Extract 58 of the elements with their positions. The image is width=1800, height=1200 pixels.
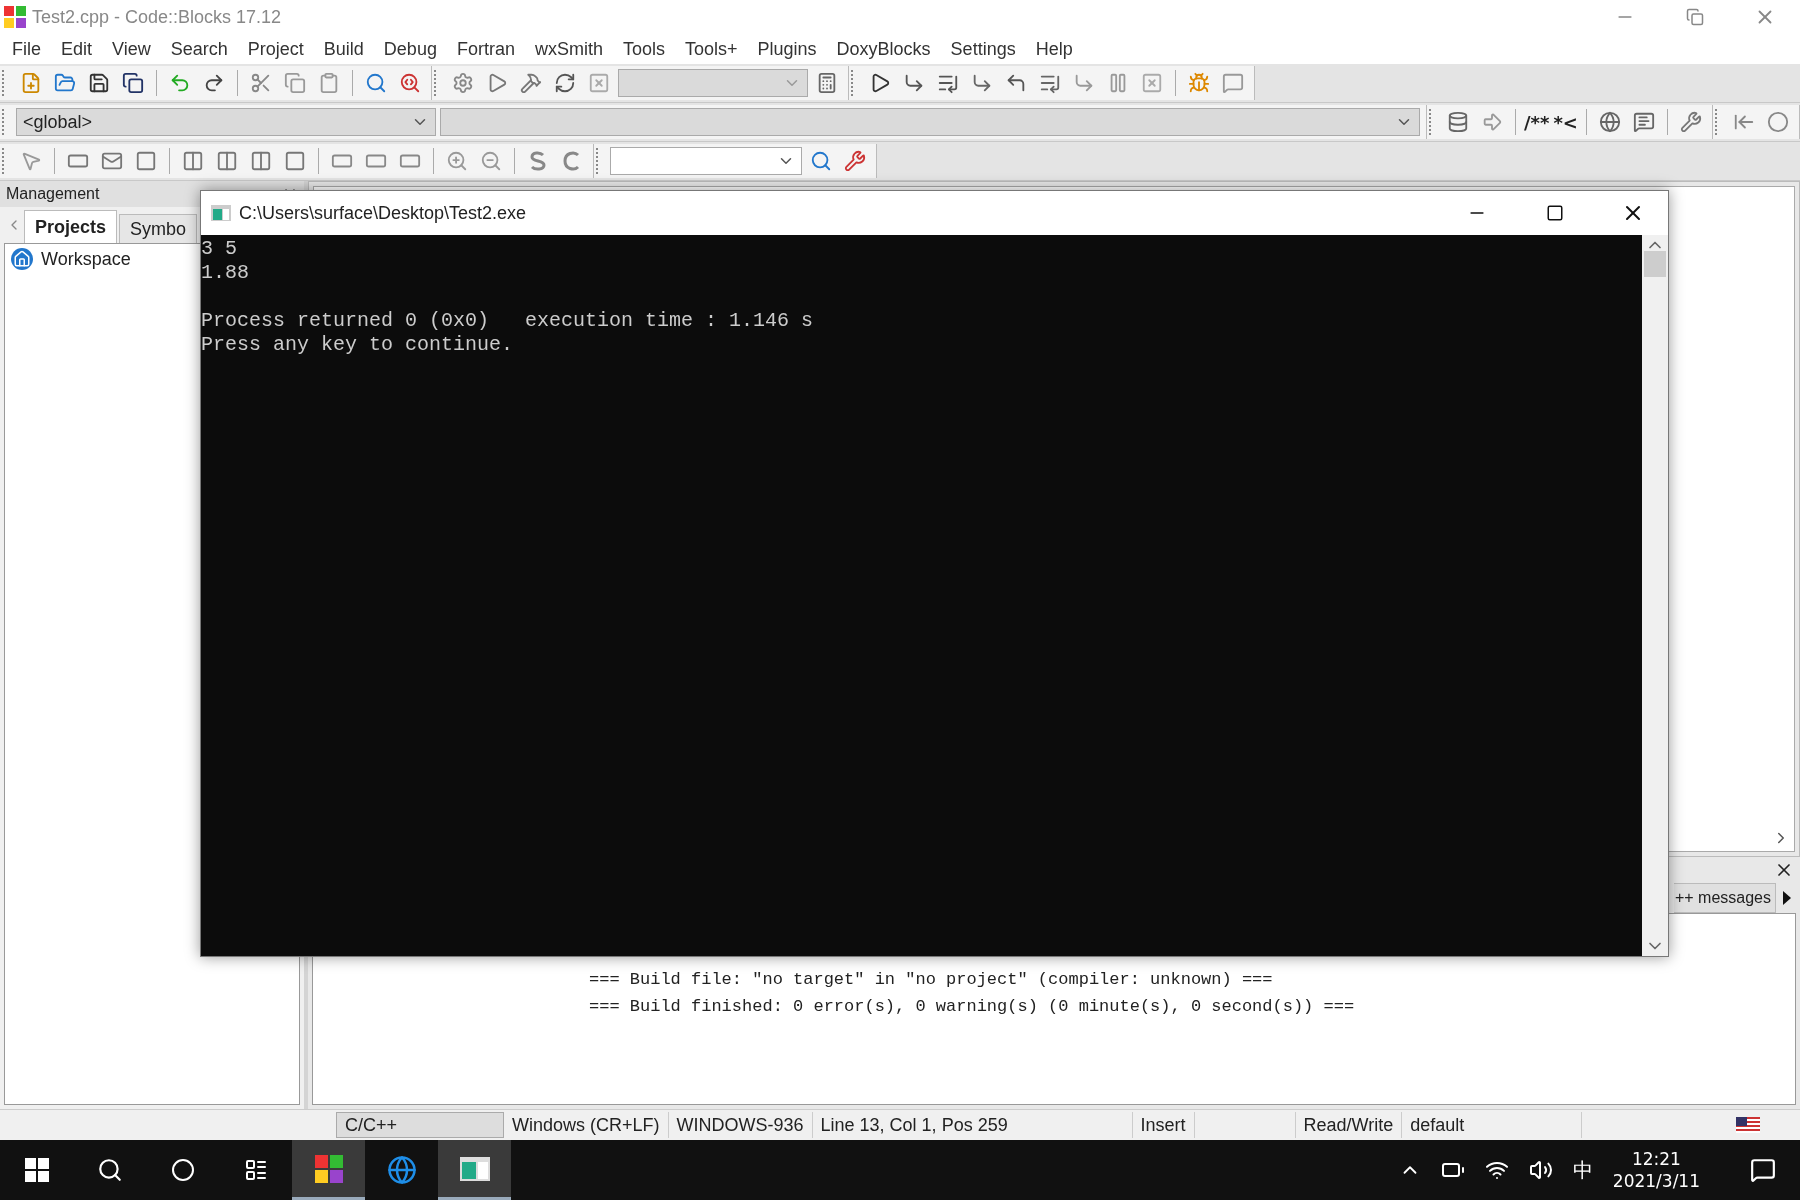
status-field: Windows (CR+LF) [504, 1112, 669, 1138]
panel-title: Management [6, 185, 100, 203]
restore-icon[interactable] [1686, 8, 1704, 26]
panel-tab[interactable]: Projects [24, 210, 118, 243]
console-line: Press any key to continue. [201, 333, 515, 357]
console-line: 3 5 [201, 237, 238, 261]
panel-tab[interactable]: Symbo [119, 214, 198, 243]
log-line: === Build file: "no target" in "no project" (compiler: unknown) === [589, 969, 1274, 991]
menu-item[interactable]: Build [313, 38, 374, 60]
menu-item[interactable]: Project [237, 38, 314, 60]
menu-item[interactable]: DoxyBlocks [826, 38, 941, 60]
notification-icon[interactable] [1750, 1157, 1776, 1183]
line-comment-button[interactable]: *< [1553, 107, 1578, 137]
log-line: === Build finished: 0 error(s), 0 warning(s) (0 minute(s), 0 second(s)) === [589, 996, 1356, 1018]
maximize-icon[interactable] [1546, 204, 1564, 222]
volume-icon[interactable] [1528, 1158, 1553, 1182]
browser-icon[interactable] [386, 1155, 417, 1185]
tree-item[interactable]: Workspace [41, 248, 131, 270]
window-title: Test2.cpp - Code::Blocks 17.12 [32, 6, 283, 28]
menu-item[interactable]: Plugins [747, 38, 827, 60]
menu-item[interactable]: Search [160, 38, 238, 60]
menu-item[interactable]: Debug [373, 38, 447, 60]
cortana-icon[interactable] [170, 1158, 195, 1182]
menu-item[interactable]: wxSmith [524, 38, 613, 60]
status-field: C/C++ [336, 1112, 504, 1138]
status-field: WINDOWS-936 [668, 1112, 813, 1138]
app-logo-icon [4, 6, 26, 28]
menu-item[interactable]: File [2, 38, 51, 60]
search-icon[interactable] [96, 1157, 123, 1183]
menu-item[interactable]: Tools [612, 38, 675, 60]
menu-item[interactable]: Help [1025, 38, 1083, 60]
status-field: Insert [1132, 1112, 1195, 1138]
start-icon[interactable] [24, 1158, 49, 1182]
console-line: 1.88 [201, 261, 250, 285]
task-view-icon[interactable] [243, 1158, 268, 1182]
status-field: default [1402, 1112, 1583, 1138]
scroll-thumb[interactable] [1644, 251, 1666, 277]
menu-item[interactable]: Fortran [446, 38, 525, 60]
clock[interactable]: 12:21 2021/3/11 [1612, 1148, 1700, 1192]
menu-item[interactable]: View [102, 38, 161, 60]
console-title: C:\Users\surface\Desktop\Test2.exe [239, 202, 528, 224]
status-field: Line 13, Col 1, Pos 259 [812, 1112, 1133, 1138]
flag-icon [1736, 1117, 1760, 1133]
menu-item[interactable]: Tools+ [675, 38, 748, 60]
scope-dropdown[interactable]: <global> [16, 108, 436, 136]
input-method-indicator[interactable]: 中 [1572, 1156, 1593, 1184]
console-app-icon[interactable] [459, 1156, 490, 1181]
workspace-icon [11, 248, 33, 270]
menu-item[interactable]: Edit [51, 38, 103, 60]
console-line: Process returned 0 (0x0) execution time : 1.146 s [201, 309, 815, 333]
menu-item[interactable]: Settings [940, 38, 1026, 60]
log-tab[interactable]: ++ messages [1673, 883, 1776, 913]
console-app-icon [211, 205, 231, 221]
scope-value: <global> [23, 111, 93, 133]
scroll-right-icon[interactable] [1782, 891, 1792, 905]
app-logo-icon[interactable] [313, 1153, 344, 1184]
status-field: Read/Write [1294, 1112, 1403, 1138]
block-comment-button[interactable]: /** [1524, 107, 1550, 137]
